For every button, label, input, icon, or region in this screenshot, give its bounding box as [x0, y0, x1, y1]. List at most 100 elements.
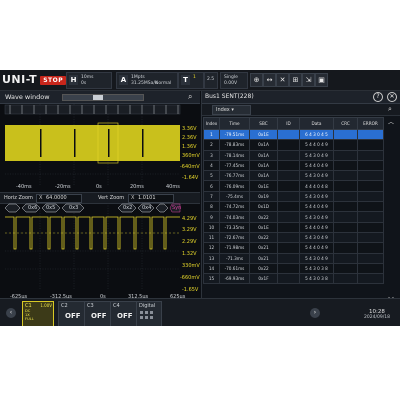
clock-date: 2024/09/18	[364, 315, 390, 320]
table-row[interactable]: 6 -76.09ms 0x1E 4 4 4 0 4 8	[203, 180, 384, 192]
table-cell-data: 5 4 3 0 4 9	[299, 190, 334, 203]
decode-value: 0x2	[123, 205, 133, 211]
close-icon[interactable]: ✕	[387, 92, 397, 102]
table-cell-id	[277, 180, 300, 192]
cursor-icon[interactable]: ↔	[263, 73, 276, 87]
table-cell-time: -76.77ms	[219, 170, 250, 182]
help-icon[interactable]: ?	[373, 92, 383, 102]
column-header[interactable]: Time	[219, 117, 250, 130]
bus-window-header: Bus1 SENT(228) ? ✕	[202, 91, 400, 104]
table-row[interactable]: 8 -74.72ms 0x1D 5 4 4 0 4 9	[203, 201, 384, 213]
digital-grid-icon	[140, 311, 153, 319]
main-volt-label: -1.64V	[182, 175, 199, 181]
chevron-right-icon[interactable]: ›	[310, 308, 320, 318]
table-cell-error	[357, 252, 384, 264]
table-row[interactable]: 3 -78.14ms 0x1A 5 4 3 0 4 9	[203, 149, 384, 161]
waveform-position-thumb[interactable]	[93, 95, 103, 100]
table-cell-crc	[333, 139, 358, 151]
table-cell-crc	[333, 149, 358, 161]
channel-1-button[interactable]: C1 1.00V DC 1X FULL	[22, 301, 54, 326]
scroll-up-icon[interactable]: ︿	[388, 117, 394, 126]
run-stop-badge[interactable]: STOP	[40, 75, 67, 85]
trigger-level[interactable]: 2.5	[204, 72, 218, 89]
table-cell-crc	[333, 262, 358, 275]
x-icon[interactable]: ✕	[276, 73, 289, 87]
bus-decode-window: Bus1 SENT(228) ? ✕ Index ▾ ⌕ Index Time …	[201, 91, 400, 304]
main-waveform-view[interactable]	[0, 104, 200, 192]
table-cell-time: -72.67ms	[219, 231, 250, 244]
table-row[interactable]: 12 -71.98ms 0x21 5 4 4 0 4 9	[203, 242, 384, 254]
table-row[interactable]: 10 -73.35ms 0x1E 5 4 4 0 4 9	[203, 221, 384, 233]
table-cell-time: -74.72ms	[219, 201, 250, 213]
main-time-label: 0s	[96, 184, 102, 190]
decode-value: 0x4	[142, 205, 152, 211]
table-cell-error	[357, 201, 384, 213]
digital-channels-button[interactable]: Digital	[136, 301, 162, 326]
table-row[interactable]: 1 -79.51ms 0x1E 6 4 3 0 4 5	[203, 128, 384, 141]
sample-rate: 31.25MSa/s	[131, 81, 158, 86]
main-volt-label: 1.36V	[182, 144, 197, 150]
table-row[interactable]: 7 -75.4ms 0x19 5 4 3 0 4 9	[203, 190, 384, 203]
table-row[interactable]: 4 -77.45ms 0x1A 5 4 4 0 4 9	[203, 159, 384, 172]
zoom-waveform-view[interactable]	[0, 203, 200, 295]
vertical-zoom-field[interactable]: X 1.0101	[128, 194, 174, 203]
table-cell-data: 5 4 3 0 4 9	[299, 231, 334, 244]
zoom-volt-label: 330mV	[182, 263, 200, 269]
acquire-key: A	[119, 75, 128, 85]
bus-window-title: Bus1 SENT(228)	[205, 93, 254, 100]
acquire-settings[interactable]: A 1Mpts 31.25MSa/s Normal	[116, 72, 178, 89]
table-cell-sbc: 0x1A	[249, 170, 278, 182]
main-time-label: 20ms	[130, 184, 144, 190]
table-row[interactable]: 9 -74.03ms 0x22 5 4 3 0 4 9	[203, 211, 384, 223]
horizontal-zoom-field[interactable]: X 64.0000	[36, 194, 82, 203]
search-mode-select[interactable]: Index ▾	[212, 105, 251, 115]
trigger-settings[interactable]: T 1	[178, 72, 204, 89]
table-scrollbar[interactable]: ︿ ﹀	[388, 117, 396, 304]
zoom-icon[interactable]: ⇲	[302, 73, 315, 87]
search-icon[interactable]: ⌕	[388, 105, 392, 114]
table-row[interactable]: 13 -71.3ms 0x21 5 4 3 0 4 9	[203, 252, 384, 264]
table-row[interactable]: 14 -70.61ms 0x22 5 4 3 0 3 8	[203, 262, 384, 275]
table-cell-data: 4 4 4 0 4 8	[299, 180, 334, 192]
table-row[interactable]: 2 -78.83ms 0x1A 5 4 4 0 4 9	[203, 139, 384, 151]
main-volt-label: 360mV	[182, 153, 200, 159]
table-cell-data: 5 4 3 0 4 9	[299, 170, 334, 182]
table-cell-crc	[333, 128, 358, 141]
column-header[interactable]: Data	[299, 117, 334, 130]
table-cell-time: -70.61ms	[219, 262, 250, 275]
search-icon[interactable]: ⌕	[188, 92, 192, 102]
table-cell-time: -78.14ms	[219, 149, 250, 161]
table-cell-data: 5 4 4 0 4 9	[299, 139, 334, 151]
save-icon[interactable]: ▣	[315, 73, 328, 87]
column-header[interactable]: CRC	[333, 117, 358, 130]
chevron-left-icon[interactable]: ‹	[6, 308, 16, 318]
single-trigger-mode[interactable]: Single 0.00V	[220, 72, 248, 89]
math-icon[interactable]: ⊞	[289, 73, 302, 87]
column-header[interactable]: Index	[203, 117, 220, 130]
measure-icon[interactable]: ⊕	[250, 73, 263, 87]
column-header[interactable]: ID	[277, 117, 300, 130]
zoom-multiplier: X	[131, 195, 135, 201]
table-cell-crc	[333, 180, 358, 192]
column-header[interactable]: ERROR	[357, 117, 384, 130]
table-row[interactable]: 5 -76.77ms 0x1A 5 4 3 0 4 9	[203, 170, 384, 182]
wave-window-header: Wave window ⌕	[0, 91, 200, 104]
sync-marker: Syn	[172, 205, 182, 211]
waveform-position-bar[interactable]	[62, 94, 144, 101]
wave-window[interactable]: Wave window ⌕ 3.36V 2.36V 1.36V 360mV -6…	[0, 91, 200, 302]
table-row[interactable]: 11 -72.67ms 0x22 5 4 3 0 4 9	[203, 231, 384, 244]
main-time-label: 40ms	[166, 184, 180, 190]
top-toolbar: UNI-T STOP H 10ms 0s A 1Mpts 31.25MSa/s N…	[0, 70, 400, 91]
table-cell-index: 6	[203, 180, 220, 192]
table-cell-id	[277, 170, 300, 182]
horizontal-position: 0s	[81, 81, 87, 86]
table-cell-data: 6 4 3 0 4 5	[299, 128, 334, 141]
column-header[interactable]: SBC	[249, 117, 278, 130]
table-cell-sbc: 0x1A	[249, 159, 278, 172]
table-cell-sbc: 0x22	[249, 262, 278, 275]
horizontal-settings[interactable]: H 10ms 0s	[66, 72, 112, 89]
main-volt-label: -640mV	[180, 164, 200, 170]
zoom-volt-label: -1.65V	[182, 287, 199, 293]
table-row[interactable]: 15 -69.93ms 0x1F 5 4 3 0 3 8	[203, 273, 384, 285]
trigger-key: T	[181, 75, 190, 85]
